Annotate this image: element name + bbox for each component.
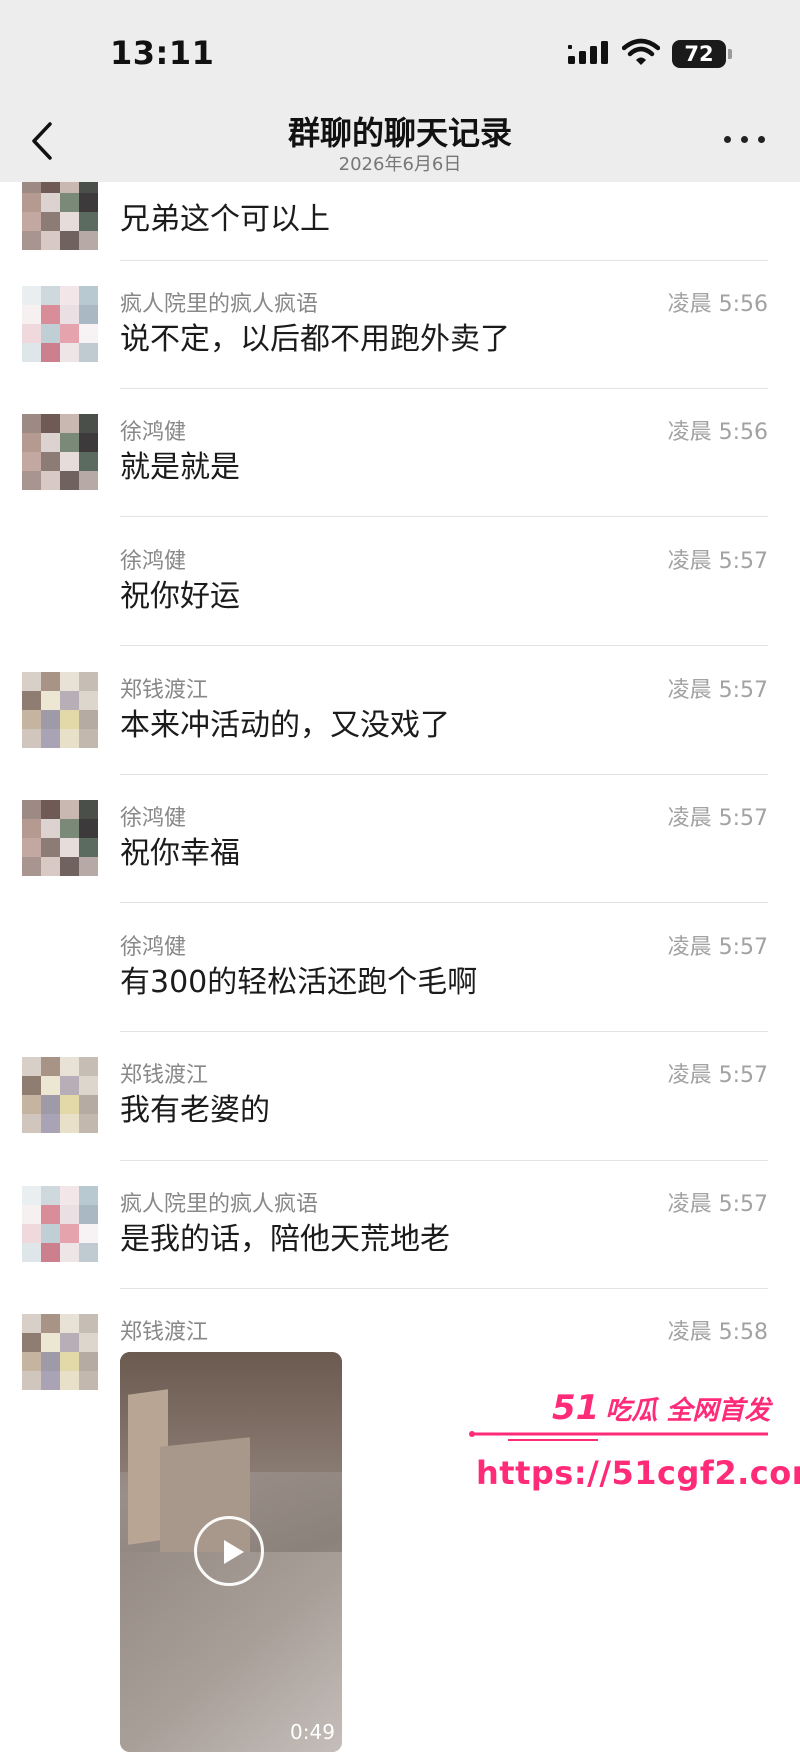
message-text: 是我的话，陪他天荒地老 [120, 1222, 450, 1257]
status-time: 13:11 [110, 34, 215, 72]
top-bar: 13:11 72 群聊的聊天记录 2026年6月6日 [0, 0, 800, 182]
watermark-url: https://51cgf2.com [476, 1454, 800, 1492]
message-time: 凌晨 5:56 [667, 292, 768, 317]
divider [120, 774, 768, 775]
page-title: 群聊的聊天记录 [287, 114, 512, 152]
divider [120, 516, 768, 517]
avatar[interactable] [22, 1057, 98, 1133]
watermark-tag: 吃瓜 全网首发 [605, 1396, 771, 1426]
divider [120, 260, 768, 261]
avatar[interactable] [22, 1186, 98, 1262]
more-dots-icon[interactable] [724, 130, 766, 150]
divider [120, 1031, 768, 1032]
avatar[interactable] [22, 672, 98, 748]
avatar[interactable] [22, 286, 98, 362]
avatar[interactable] [22, 800, 98, 876]
signal-icon [568, 41, 608, 64]
divider [120, 1160, 768, 1161]
message-time: 凌晨 5:57 [667, 1063, 768, 1088]
message-text: 本来冲活动的，又没戏了 [120, 708, 450, 743]
sender-name: 郑钱渡江 [120, 1320, 209, 1345]
divider [120, 645, 768, 646]
avatar[interactable] [22, 414, 98, 490]
message-time: 凌晨 5:57 [667, 806, 768, 831]
divider [120, 1288, 768, 1289]
message-text: 兄弟这个可以上 [120, 202, 330, 237]
message-text: 就是就是 [120, 450, 240, 485]
avatar[interactable] [22, 1314, 98, 1390]
battery-icon: 72 [672, 40, 726, 68]
watermark-brand: 51 [552, 1388, 600, 1428]
message-time: 凌晨 5:57 [667, 549, 768, 574]
divider [120, 388, 768, 389]
wifi-icon [622, 38, 660, 65]
watermark: 51 吃瓜 全网首发 https://51cgf2.com [468, 1388, 800, 1508]
message-time: 凌晨 5:57 [667, 678, 768, 703]
video-message-thumbnail[interactable]: 0:49 [120, 1352, 342, 1752]
message-text: 我有老婆的 [120, 1093, 270, 1128]
watermark-swoosh [469, 1431, 768, 1441]
play-icon[interactable] [194, 1516, 264, 1586]
message-text: 说不定，以后都不用跑外卖了 [120, 322, 510, 357]
message-text: 祝你好运 [120, 579, 240, 614]
message-time: 凌晨 5:57 [667, 1192, 768, 1217]
message-text: 有300的轻松活还跑个毛啊 [120, 965, 478, 1000]
divider [120, 902, 768, 903]
message-time: 凌晨 5:56 [667, 420, 768, 445]
page-subtitle-date: 2026年6月6日 [338, 154, 462, 175]
avatar[interactable] [22, 174, 98, 250]
message-time: 凌晨 5:57 [667, 935, 768, 960]
message-text: 祝你幸福 [120, 836, 240, 871]
video-duration: 0:49 [290, 1720, 335, 1744]
message-time: 凌晨 5:58 [667, 1320, 768, 1345]
